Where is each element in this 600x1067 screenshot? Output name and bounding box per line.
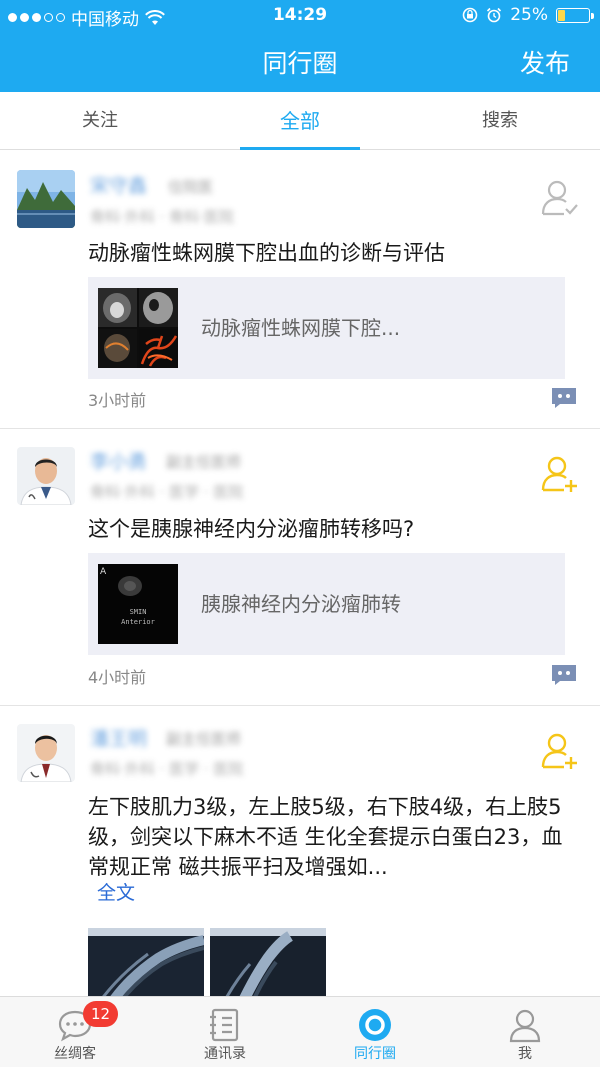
full-text-link[interactable]: 全文 bbox=[97, 878, 135, 905]
tab-search[interactable]: 搜索 bbox=[400, 92, 600, 149]
bottom-tab-contacts[interactable]: 通讯录 bbox=[150, 997, 300, 1067]
bottom-tab-me[interactable]: 我 bbox=[450, 997, 600, 1067]
author-org: 骨科·外科 · 医学 · 医院 bbox=[90, 483, 244, 501]
top-header: 中国移动 14:29 25% 同行圈 发布 bbox=[0, 0, 600, 92]
battery-percent: 25% bbox=[510, 5, 548, 25]
page-title: 同行圈 bbox=[262, 49, 338, 78]
battery-icon bbox=[556, 7, 594, 23]
contacts-icon bbox=[210, 1008, 239, 1042]
status-bar: 中国移动 14:29 25% bbox=[0, 0, 600, 32]
unread-badge: 12 bbox=[83, 1001, 119, 1027]
user-add-icon[interactable] bbox=[540, 454, 580, 494]
bottom-tab-messages[interactable]: 12 丝绸客 bbox=[0, 997, 150, 1067]
feed-post[interactable]: 李小勇 副主任医师 骨科·外科 · 医学 · 医院 这个是胰腺神经内分泌瘤肺转移… bbox=[0, 429, 600, 706]
bottom-tab-label: 丝绸客 bbox=[54, 1046, 96, 1062]
author-name[interactable]: 潘王明 bbox=[90, 724, 147, 751]
feed-tabs: 关注 全部 搜索 bbox=[0, 92, 600, 150]
article-thumbnail: A SMIN Anterior bbox=[98, 564, 178, 644]
post-title[interactable]: 动脉瘤性蛛网膜下腔出血的诊断与评估 bbox=[88, 239, 570, 267]
article-card[interactable]: 动脉瘤性蛛网膜下腔... bbox=[88, 277, 565, 379]
author-name[interactable]: 李小勇 bbox=[90, 447, 147, 474]
comment-icon[interactable] bbox=[550, 663, 578, 685]
post-body[interactable]: 左下肢肌力3级，左上肢5级，右下肢4级，右上肢5级，剑突以下麻木不适 生化全套提… bbox=[88, 792, 568, 882]
status-right: 25% bbox=[462, 5, 594, 25]
feed-post[interactable]: 宋守鑫 住院医 骨科·外科 · 骨科·医院 动脉瘤性蛛网膜下腔出血的诊断与评估 bbox=[0, 151, 600, 429]
bottom-tab-label: 通讯录 bbox=[204, 1046, 246, 1062]
avatar[interactable] bbox=[17, 170, 75, 228]
avatar[interactable] bbox=[17, 447, 75, 505]
author-role: 副主任医师 bbox=[166, 730, 242, 748]
post-image[interactable] bbox=[210, 928, 326, 996]
feed-list[interactable]: 宋守鑫 住院医 骨科·外科 · 骨科·医院 动脉瘤性蛛网膜下腔出血的诊断与评估 bbox=[0, 151, 600, 996]
tab-following[interactable]: 关注 bbox=[0, 92, 200, 149]
article-card[interactable]: A SMIN Anterior 胰腺神经内分泌瘤肺转 bbox=[88, 553, 565, 655]
article-card-title: 胰腺神经内分泌瘤肺转 bbox=[201, 592, 401, 616]
author-org: 骨科·外科 · 骨科·医院 bbox=[90, 208, 234, 226]
bottom-tab-circle[interactable]: 同行圈 bbox=[300, 997, 450, 1067]
bottom-tab-label: 我 bbox=[518, 1046, 532, 1062]
alarm-icon bbox=[487, 7, 502, 23]
thumb-letter: A bbox=[100, 567, 107, 577]
author-role: 住院医 bbox=[168, 178, 214, 196]
person-icon bbox=[509, 1009, 541, 1043]
thumb-caption-2: Anterior bbox=[121, 618, 155, 626]
post-image[interactable] bbox=[88, 928, 204, 996]
author-role: 副主任医师 bbox=[166, 453, 242, 471]
author-name[interactable]: 宋守鑫 bbox=[90, 171, 147, 198]
article-thumbnail bbox=[98, 288, 178, 368]
post-time: 3小时前 bbox=[88, 391, 147, 410]
article-card-title: 动脉瘤性蛛网膜下腔... bbox=[201, 316, 401, 340]
feed-post[interactable]: 潘王明 副主任医师 骨科·外科 · 医学 · 医院 左下肢肌力3级，左上肢5级，… bbox=[0, 706, 600, 996]
thumb-caption-1: SMIN bbox=[130, 608, 147, 616]
rotation-lock-icon bbox=[462, 7, 478, 23]
circle-icon bbox=[359, 1009, 391, 1041]
publish-button[interactable]: 发布 bbox=[520, 44, 570, 80]
comment-icon[interactable] bbox=[550, 386, 578, 408]
user-followed-icon[interactable] bbox=[540, 178, 580, 218]
avatar[interactable] bbox=[17, 724, 75, 782]
bottom-tab-label: 同行圈 bbox=[354, 1046, 396, 1062]
post-title[interactable]: 这个是胰腺神经内分泌瘤肺转移吗? bbox=[88, 515, 570, 543]
tab-all[interactable]: 全部 bbox=[200, 92, 400, 150]
bottom-tab-bar: 12 丝绸客 通讯录 同行圈 我 bbox=[0, 996, 600, 1067]
user-add-icon[interactable] bbox=[540, 731, 580, 771]
author-org: 骨科·外科 · 医学 · 医院 bbox=[90, 760, 244, 778]
post-time: 4小时前 bbox=[88, 668, 147, 687]
